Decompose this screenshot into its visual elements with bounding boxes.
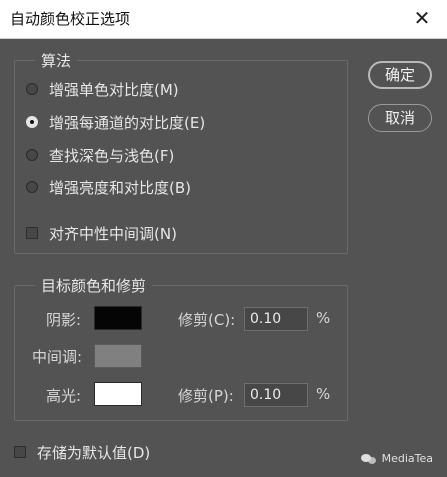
radio-brightness-contrast[interactable]: 增强亮度和对比度(B) [26,176,191,198]
clip-shadows-input[interactable]: 0.10 [244,307,308,331]
radio-per-channel-contrast[interactable]: 增强每通道的对比度(E) [26,111,205,133]
wechat-icon [360,453,377,465]
midtones-label: 中间调: [32,348,83,366]
cancel-button[interactable]: 取消 [368,104,432,132]
window-title: 自动颜色校正选项 [10,10,131,28]
watermark-text: MediaTea [381,452,433,465]
algorithm-legend: 算法 [35,50,78,71]
radio-dark-light-colors[interactable]: 查找深色与浅色(F) [26,144,174,166]
shadows-color-swatch[interactable] [94,306,142,330]
radio-label: 增强每通道的对比度(E) [49,113,206,132]
radio-button[interactable] [26,149,38,161]
highlights-color-swatch[interactable] [94,382,142,406]
checkbox-label: 存储为默认值(D) [37,443,151,462]
checkbox[interactable] [26,227,38,239]
clip-shadows-percent: % [316,309,331,327]
ok-button[interactable]: 确定 [368,61,432,89]
radio-button[interactable] [26,181,38,193]
radio-button[interactable] [26,83,38,95]
radio-label: 查找深色与浅色(F) [49,146,175,165]
checkbox-label: 对齐中性中间调(N) [49,224,177,243]
radio-label: 增强单色对比度(M) [49,80,179,99]
radio-label: 增强亮度和对比度(B) [49,178,191,197]
highlights-label: 高光: [46,387,82,405]
title-bar: 自动颜色校正选项 ✕ [0,0,447,39]
radio-button-selected[interactable] [26,116,38,128]
midtones-color-swatch[interactable] [94,344,142,368]
clip-highlights-percent: % [316,385,331,403]
clip-highlights-label: 修剪(P): [178,387,234,405]
watermark: MediaTea [360,452,433,465]
target-colors-legend: 目标颜色和修剪 [35,275,153,296]
radio-monochromatic-contrast[interactable]: 增强单色对比度(M) [26,78,179,100]
checkbox[interactable] [14,446,26,458]
save-as-defaults-checkbox-row[interactable]: 存储为默认值(D) [14,441,150,463]
clip-shadows-label: 修剪(C): [178,311,236,329]
shadows-label: 阴影: [46,311,82,329]
clip-highlights-input[interactable]: 0.10 [244,383,308,407]
close-icon[interactable]: ✕ [411,7,433,29]
snap-neutral-midtones-checkbox-row[interactable]: 对齐中性中间调(N) [26,222,177,244]
